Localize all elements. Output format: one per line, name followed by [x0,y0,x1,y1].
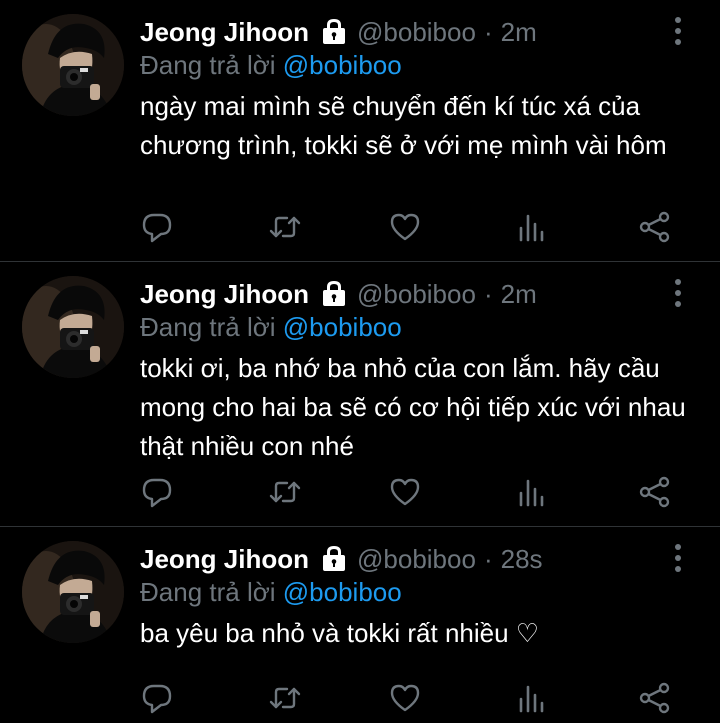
analytics-icon[interactable] [515,210,549,244]
tweet-header: Jeong Jihoon @bobiboo · 2m [140,14,537,50]
separator-dot: · [483,544,493,574]
action-bar [0,681,720,721]
avatar[interactable] [22,14,124,116]
analytics-icon[interactable] [515,681,549,715]
reply-icon[interactable] [140,475,174,509]
display-name[interactable]: Jeong Jihoon [140,276,309,312]
avatar[interactable] [22,276,124,378]
share-icon[interactable] [638,210,672,244]
action-bar [0,210,720,250]
lock-icon [321,19,347,45]
tweet-header: Jeong Jihoon @bobiboo · 2m [140,276,537,312]
share-icon[interactable] [638,475,672,509]
tweet-header: Jeong Jihoon @bobiboo · 28s [140,541,543,577]
replying-label: Đang trả lời [140,50,283,80]
tweet[interactable]: Jeong Jihoon @bobiboo · 2m Đang trả lời … [0,0,720,262]
heart-icon[interactable] [388,681,422,715]
retweet-icon[interactable] [268,681,302,715]
retweet-icon[interactable] [268,475,302,509]
action-bar [0,475,720,515]
more-vertical-icon[interactable] [668,276,688,310]
user-handle[interactable]: @bobiboo [357,276,476,312]
more-vertical-icon[interactable] [668,14,688,48]
mention-link[interactable]: @bobiboo [283,312,402,342]
share-icon[interactable] [638,681,672,715]
heart-icon[interactable] [388,475,422,509]
replying-label: Đang trả lời [140,312,283,342]
reply-icon[interactable] [140,210,174,244]
reply-icon[interactable] [140,681,174,715]
tweet[interactable]: Jeong Jihoon @bobiboo · 28s Đang trả lời… [0,527,720,723]
timestamp[interactable]: 2m [501,276,537,312]
display-name[interactable]: Jeong Jihoon [140,541,309,577]
more-vertical-icon[interactable] [668,541,688,575]
separator-dot: · [483,279,493,309]
separator-dot: · [483,17,493,47]
retweet-icon[interactable] [268,210,302,244]
timestamp[interactable]: 2m [501,14,537,50]
avatar[interactable] [22,541,124,643]
user-handle[interactable]: @bobiboo [357,541,476,577]
tweet-text: ngày mai mình sẽ chuyển đến kí túc xá củ… [140,91,667,160]
replying-to: Đang trả lời @bobiboo [140,47,402,83]
lock-icon [321,281,347,307]
tweet-text: tokki ơi, ba nhớ ba nhỏ của con lắm. hãy… [140,353,686,461]
mention-link[interactable]: @bobiboo [283,50,402,80]
tweet-text: ba yêu ba nhỏ và tokki rất nhiều ♡ [140,618,540,648]
timeline: Jeong Jihoon @bobiboo · 2m Đang trả lời … [0,0,720,723]
user-handle[interactable]: @bobiboo [357,14,476,50]
heart-icon[interactable] [388,210,422,244]
tweet[interactable]: Jeong Jihoon @bobiboo · 2m Đang trả lời … [0,262,720,527]
analytics-icon[interactable] [515,475,549,509]
timestamp[interactable]: 28s [501,541,543,577]
mention-link[interactable]: @bobiboo [283,577,402,607]
replying-to: Đang trả lời @bobiboo [140,574,402,610]
replying-label: Đang trả lời [140,577,283,607]
display-name[interactable]: Jeong Jihoon [140,14,309,50]
replying-to: Đang trả lời @bobiboo [140,309,402,345]
lock-icon [321,546,347,572]
